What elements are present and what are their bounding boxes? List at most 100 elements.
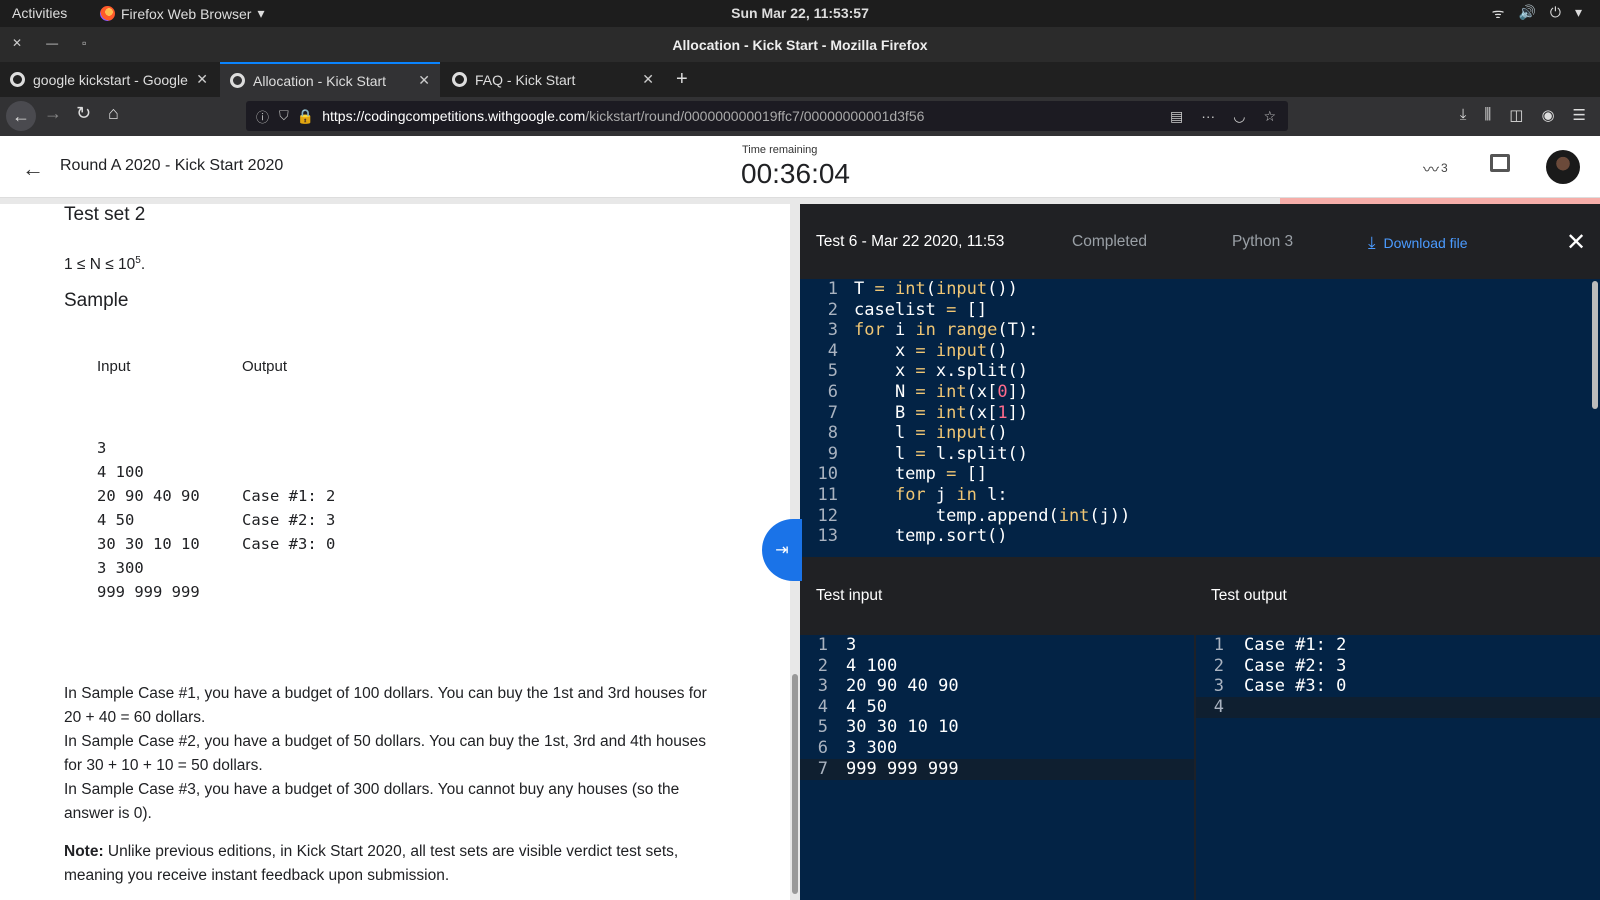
close-tab-icon[interactable]: ✕	[196, 71, 208, 88]
tab-google-search[interactable]: google kickstart - Google ✕	[0, 62, 218, 97]
line-number: 4	[817, 696, 828, 717]
system-clock[interactable]: Sun Mar 22, 11:53:57	[0, 5, 1600, 21]
test-input-label: Test input	[816, 587, 883, 604]
shield-icon[interactable]: ⛉	[279, 108, 289, 124]
more-actions-icon[interactable]: ···	[1201, 108, 1215, 125]
line-number: 6	[827, 382, 838, 402]
window-title: Allocation - Kick Start - Mozilla Firefo…	[672, 37, 928, 53]
output-line[interactable]: 3 Case #3: 0	[1196, 676, 1600, 697]
download-file-button[interactable]: ⤓ Download file	[1368, 233, 1468, 253]
code-line[interactable]: 7 B = int(x[1])	[800, 403, 1590, 424]
code-line[interactable]: 3 for i in range(T):	[800, 320, 1590, 341]
system-top-bar: Activities Firefox Web Browser ▾ Sun Mar…	[0, 0, 1600, 27]
input-line[interactable]: 44 50	[800, 697, 1194, 718]
test-output-editor[interactable]: 1 Case #1: 2 2 Case #2: 3 3 Case #3: 04	[1196, 635, 1600, 900]
sample-output-label: Output	[242, 358, 288, 375]
chat-icon[interactable]	[1490, 154, 1510, 172]
forward-button[interactable]: →	[44, 103, 62, 124]
line-number: 8	[827, 423, 838, 444]
input-line[interactable]: 3 20 90 40 90	[800, 676, 1194, 697]
reload-button[interactable]: ↻	[76, 103, 91, 124]
code-line[interactable]: 13 temp.sort()	[800, 526, 1590, 547]
google-favicon-icon	[230, 73, 245, 88]
round-title: Round A 2020 - Kick Start 2020	[60, 157, 284, 174]
test-output-label: Test output	[1211, 587, 1287, 604]
code-line[interactable]: 2 caselist = []	[800, 300, 1590, 321]
code-line[interactable]: 8 l = input()	[800, 423, 1590, 444]
lock-icon[interactable]: 🔒	[297, 108, 314, 125]
url-bar[interactable]: ⓘ ⛉ 🔒 https://codingcompetitions.withgoo…	[246, 101, 1288, 131]
scoreboard-button[interactable]: 〰 3	[1423, 156, 1448, 180]
code-line[interactable]: 9 l = l.split()	[800, 444, 1590, 465]
code-editor[interactable]: 1T = int(input()) 2 caselist = [] 3 for i in…	[800, 279, 1590, 557]
line-number: 7	[827, 402, 838, 423]
line-number: 1	[817, 635, 828, 655]
download-label: Download file	[1383, 235, 1468, 251]
line-number: 4	[1213, 696, 1224, 717]
line-number: 4	[827, 340, 838, 361]
code-line[interactable]: 4 x = input()	[800, 341, 1590, 362]
line-number: 1	[1213, 635, 1224, 655]
new-tab-button[interactable]: +	[676, 68, 688, 91]
line-number: 2	[817, 655, 828, 676]
io-header: Test input Test output	[800, 557, 1600, 635]
line-number: 2	[1213, 655, 1224, 676]
code-line[interactable]: 6 N = int(x[0])	[800, 382, 1590, 403]
note-paragraph: Note: Unlike previous editions, in Kick …	[64, 840, 724, 888]
input-line[interactable]: 63 300	[800, 738, 1194, 759]
output-line[interactable]: 1 Case #1: 2	[1196, 635, 1600, 656]
scrollbar-thumb[interactable]	[1592, 281, 1598, 409]
line-number: 1	[827, 279, 838, 299]
test-status: Completed	[1072, 233, 1147, 250]
google-favicon-icon	[452, 72, 467, 87]
output-line[interactable]: 4	[1196, 696, 1600, 718]
back-button[interactable]: ←	[6, 101, 36, 131]
pocket-icon[interactable]: ◡	[1233, 108, 1245, 125]
google-favicon-icon	[10, 72, 25, 87]
window-title-bar: ✕ — ▫ Allocation - Kick Start - Mozilla …	[0, 27, 1600, 62]
explanation-case-2: In Sample Case #2, you have a budget of …	[64, 733, 706, 774]
reader-view-icon[interactable]: ▤	[1170, 108, 1183, 125]
input-line[interactable]: 7 999 999 999	[800, 758, 1194, 780]
input-line[interactable]: 24 100	[800, 656, 1194, 677]
code-line[interactable]: 5 x = x.split()	[800, 361, 1590, 382]
url-host: https://codingcompetitions.withgoogle.co…	[322, 108, 586, 124]
close-panel-icon[interactable]: ✕	[1566, 228, 1586, 257]
downloads-icon[interactable]: ⤓	[1460, 106, 1467, 124]
line-number: 13	[817, 526, 838, 547]
sidebar-icon[interactable]: ◫	[1509, 106, 1523, 124]
code-line[interactable]: 11 for j in l:	[800, 485, 1590, 506]
problem-statement: Test set 2 1 ≤ N ≤ 105. Sample Input Out…	[0, 204, 790, 900]
submission-panel: Test 6 - Mar 22 2020, 11:53 Completed Py…	[800, 204, 1600, 900]
line-number: 5	[817, 717, 828, 738]
close-tab-icon[interactable]: ✕	[418, 72, 430, 89]
output-line[interactable]: 2 Case #2: 3	[1196, 656, 1600, 677]
constraint-text: 1 ≤ N ≤ 105.	[64, 249, 724, 277]
trending-icon: 〰	[1423, 162, 1440, 179]
close-tab-icon[interactable]: ✕	[642, 71, 654, 88]
system-tray[interactable]: ᯤ 🔊 ⏻ ▾	[1492, 4, 1582, 23]
bookmark-star-icon[interactable]: ☆	[1263, 108, 1276, 125]
library-icon[interactable]: ⫼	[1484, 106, 1491, 124]
scrollbar-thumb[interactable]	[792, 674, 798, 894]
note-text: Unlike previous editions, in Kick Start …	[64, 843, 679, 884]
tab-allocation[interactable]: Allocation - Kick Start ✕	[220, 62, 440, 97]
tab-label: Allocation - Kick Start	[253, 72, 387, 89]
info-icon[interactable]: ⓘ	[256, 107, 269, 126]
test-input-editor[interactable]: 1324 100 3 20 90 40 90 4 4 50 5 30 30 10 10 6 3 …	[800, 635, 1194, 900]
code-line[interactable]: 1T = int(input())	[800, 279, 1590, 300]
code-line[interactable]: 10 temp = []	[800, 464, 1590, 485]
home-button[interactable]: ⌂	[108, 103, 119, 124]
url-path: /kickstart/round/000000000019ffc7/000000…	[585, 108, 925, 124]
back-arrow-icon[interactable]: ←	[22, 156, 44, 182]
submission-header: Test 6 - Mar 22 2020, 11:53 Completed Py…	[800, 204, 1600, 279]
line-number: 3	[817, 676, 828, 697]
input-line[interactable]: 13	[800, 635, 1194, 656]
code-line[interactable]: 12 temp.append(int(j))	[800, 506, 1590, 527]
account-icon[interactable]: ◉	[1541, 106, 1554, 124]
avatar[interactable]	[1546, 150, 1580, 184]
tab-faq[interactable]: FAQ - Kick Start ✕	[442, 62, 664, 97]
input-line[interactable]: 5 30 30 10 10	[800, 717, 1194, 738]
hamburger-menu-icon[interactable]: ☰	[1573, 106, 1586, 124]
code-scrollbar[interactable]	[1590, 279, 1600, 557]
